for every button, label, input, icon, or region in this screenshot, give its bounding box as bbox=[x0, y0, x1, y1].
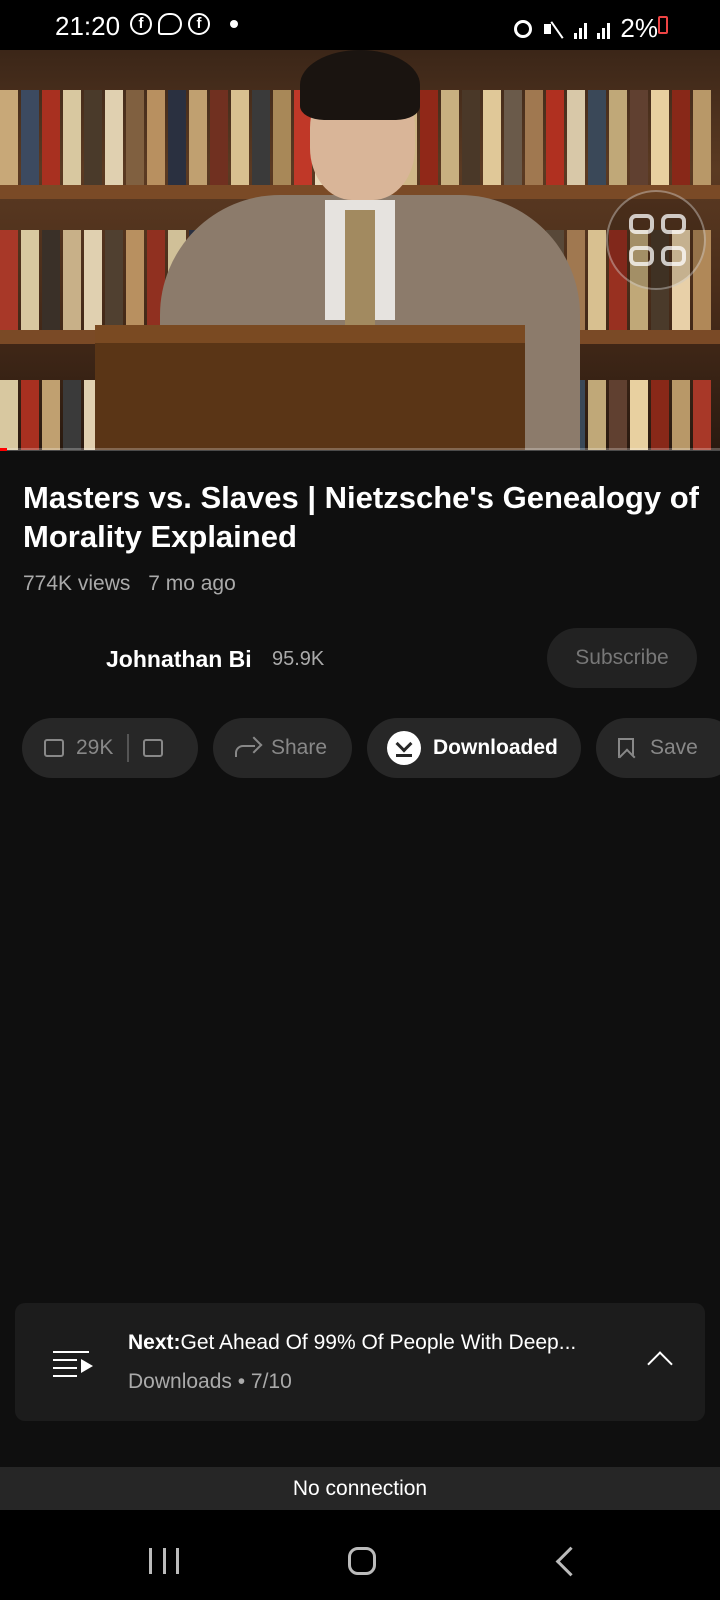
bookmark-icon bbox=[618, 738, 634, 758]
signal-icon bbox=[574, 19, 588, 39]
like-dislike-pill: 29K bbox=[22, 718, 198, 778]
lectern bbox=[95, 325, 525, 450]
chevron-up-icon[interactable] bbox=[647, 1351, 673, 1377]
view-count: 774K views bbox=[23, 572, 131, 595]
battery-percent: 2% bbox=[620, 13, 658, 43]
save-label: Save bbox=[650, 736, 698, 759]
share-button[interactable]: Share bbox=[213, 718, 352, 778]
notification-icons: f f bbox=[130, 13, 238, 35]
save-button[interactable]: Save bbox=[596, 718, 720, 778]
fullscreen-button[interactable] bbox=[606, 190, 706, 290]
messenger-icon bbox=[158, 13, 182, 35]
status-time: 21:20 bbox=[55, 11, 121, 41]
thumbs-up-icon bbox=[44, 739, 64, 757]
channel-name[interactable]: Johnathan Bi bbox=[106, 646, 252, 673]
downloaded-label: Downloaded bbox=[433, 736, 558, 759]
lectern-top bbox=[95, 325, 525, 343]
thumbs-down-icon[interactable] bbox=[143, 739, 164, 757]
no-connection-banner: No connection bbox=[0, 1467, 720, 1510]
next-video: Next:Get Ahead Of 99% Of People With Dee… bbox=[128, 1331, 576, 1355]
playlist-position: Downloads • 7/10 bbox=[128, 1370, 292, 1393]
action-bar: 29K Share Downloaded Save bbox=[0, 718, 720, 780]
like-count: 29K bbox=[76, 736, 114, 759]
presenter-hair bbox=[300, 50, 420, 120]
video-meta[interactable]: 774K views 7 mo ago bbox=[23, 572, 236, 596]
screen: 21:20 f f 2% Masters vs. Slaves | Nietzs… bbox=[0, 0, 720, 1600]
video-progress-fill bbox=[0, 448, 8, 451]
grid-square-icon bbox=[661, 246, 686, 266]
signal-icon bbox=[597, 19, 611, 39]
subscribe-button[interactable]: Subscribe bbox=[547, 628, 697, 688]
share-icon bbox=[235, 739, 259, 757]
system-icons: 2% bbox=[514, 13, 658, 44]
subscriber-count: 95.9K bbox=[272, 648, 325, 670]
upload-age: 7 mo ago bbox=[148, 572, 236, 595]
video-title[interactable]: Masters vs. Slaves | Nietzsche's Genealo… bbox=[23, 478, 703, 556]
next-video-title: Get Ahead Of 99% Of People With Deep... bbox=[180, 1331, 577, 1354]
presenter-tie bbox=[345, 210, 375, 325]
battery-low-icon bbox=[658, 16, 668, 34]
channel-row[interactable]: Johnathan Bi 95.9K Subscribe bbox=[0, 628, 720, 688]
downloaded-button[interactable]: Downloaded bbox=[367, 718, 581, 778]
like-button[interactable]: 29K bbox=[44, 736, 113, 760]
facebook-icon: f bbox=[188, 13, 210, 35]
share-label: Share bbox=[271, 736, 328, 759]
next-label: Next: bbox=[128, 1331, 181, 1354]
divider bbox=[127, 734, 130, 762]
more-notifications-dot-icon bbox=[230, 20, 238, 28]
grid-square-icon bbox=[629, 246, 654, 266]
download-done-icon bbox=[387, 731, 421, 765]
next-up-bar[interactable]: Next:Get Ahead Of 99% Of People With Dee… bbox=[15, 1303, 705, 1421]
status-bar: 21:20 f f 2% bbox=[0, 0, 720, 50]
alarm-icon bbox=[514, 19, 533, 38]
grid-square-icon bbox=[661, 214, 686, 234]
back-icon[interactable] bbox=[555, 1546, 586, 1577]
playlist-icon bbox=[53, 1351, 93, 1377]
facebook-icon: f bbox=[130, 13, 152, 35]
system-nav-bar bbox=[0, 1510, 720, 1600]
home-icon[interactable] bbox=[348, 1547, 376, 1575]
mute-icon bbox=[542, 19, 564, 39]
video-progress-bar[interactable] bbox=[0, 448, 720, 451]
grid-square-icon bbox=[629, 214, 654, 234]
video-player[interactable] bbox=[0, 50, 720, 450]
recents-icon[interactable] bbox=[149, 1548, 179, 1574]
